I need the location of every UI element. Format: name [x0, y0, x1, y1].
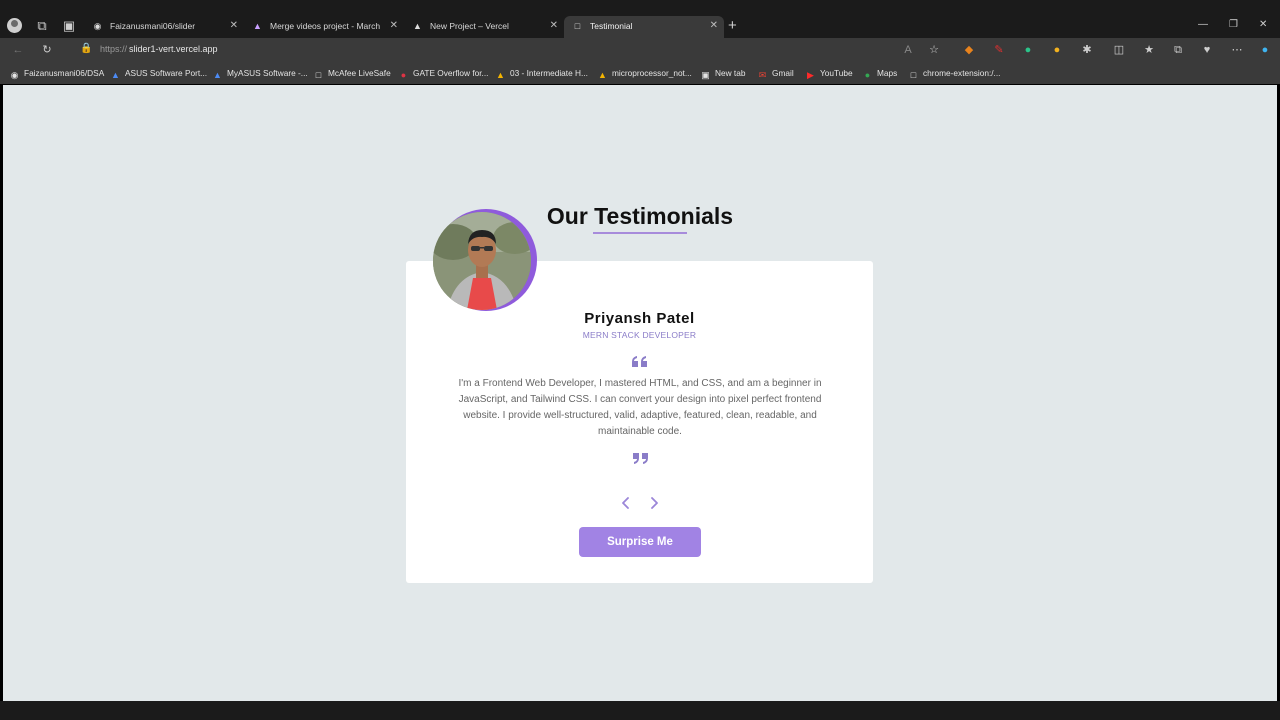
testimonial-name: Priyansh Patel — [584, 310, 695, 327]
bookmark-item[interactable]: ● GATE Overflow for... — [398, 67, 489, 81]
window-close-icon[interactable]: ✕ — [1259, 19, 1267, 31]
lock-icon[interactable]: 🔒 — [80, 43, 92, 54]
testimonial-role: MERN STACK DEVELOPER — [582, 330, 697, 340]
back-icon[interactable]: ← — [11, 43, 25, 57]
tab-testimonial[interactable]: □ Testimonial ✕ — [564, 16, 724, 38]
next-arrow-icon[interactable] — [646, 495, 662, 511]
page-icon: □ — [315, 70, 322, 80]
tab-vercel-new-project[interactable]: ▲ New Project – Vercel ✕ — [404, 16, 564, 38]
new-tab-button[interactable]: + — [728, 17, 737, 35]
vercel-icon: ▲ — [413, 21, 422, 31]
favorite-star-icon[interactable]: ☆ — [927, 43, 941, 57]
quote-close-icon — [633, 453, 648, 464]
workspaces-icon[interactable]: ⧉ — [35, 19, 49, 33]
drive-icon: ▲ — [598, 70, 607, 80]
page-viewport: Our Testimonials Priyansh Patel MERN STA… — [3, 85, 1277, 701]
close-icon[interactable]: ✕ — [550, 16, 558, 36]
reload-icon[interactable]: ↻ — [40, 43, 54, 57]
tab-actions-icon[interactable]: ▣ — [62, 19, 76, 33]
bookmark-item[interactable]: ✉ Gmail — [757, 67, 794, 81]
read-aloud-icon[interactable]: A — [901, 43, 915, 57]
tab-github-slider[interactable]: ◉ Faizanusmani06/slider ✕ — [84, 16, 244, 38]
newtab-icon: ▣ — [701, 70, 710, 80]
surprise-me-button[interactable]: Surprise Me — [579, 527, 701, 557]
extensions-puzzle-icon[interactable]: ✱ — [1080, 43, 1094, 57]
bookmark-item[interactable]: □ McAfee LiveSafe — [313, 67, 391, 81]
copilot-icon[interactable]: ● — [1258, 43, 1272, 57]
avatar-photo-icon — [433, 212, 531, 310]
gmail-icon: ✉ — [758, 70, 767, 80]
minimize-icon[interactable]: — — [1198, 19, 1208, 31]
extension-pen-icon[interactable]: ✎ — [992, 43, 1006, 57]
collections-icon[interactable]: ⧉ — [1171, 43, 1185, 57]
url-protocol: https:// — [100, 44, 128, 54]
restore-icon[interactable]: ❐ — [1229, 19, 1238, 31]
youtube-icon: ▶ — [807, 70, 814, 80]
drive-icon: ▲ — [496, 70, 505, 80]
bookmark-item[interactable]: ▲ ASUS Software Port... — [110, 67, 207, 81]
bookmarks-bar: ◉ Faizanusmani06/DSA ▲ ASUS Software Port.… — [0, 62, 1280, 84]
more-menu-icon[interactable]: ⋯ — [1230, 43, 1244, 57]
testimonial-text: I'm a Frontend Web Developer, I mastered… — [458, 378, 822, 437]
profile-avatar-icon[interactable] — [7, 18, 22, 33]
title-underline — [593, 232, 687, 234]
url-host: slider1-vert.vercel.app — [129, 44, 218, 54]
close-icon[interactable]: ✕ — [710, 16, 718, 36]
address-bar[interactable]: 🔒 https:// slider1-vert.vercel.app — [70, 40, 950, 60]
github-icon: ◉ — [10, 70, 19, 80]
bookmark-item[interactable]: ▶ YouTube — [805, 67, 853, 81]
maps-icon: ● — [864, 70, 871, 80]
bookmark-item[interactable]: ▲ 03 - Intermediate H... — [495, 67, 588, 81]
browser-titlebar: ⧉ ▣ ◉ Faizanusmani06/slider ✕ ▲ Merge vi… — [0, 0, 1280, 38]
tab-merge-videos[interactable]: ▲ Merge videos project - March 09 ✕ — [244, 16, 404, 38]
asus-icon: ▲ — [111, 70, 120, 80]
extension-lock-icon[interactable]: ● — [1050, 43, 1064, 57]
app-icon: ▲ — [253, 21, 262, 31]
close-icon[interactable]: ✕ — [230, 16, 238, 36]
asus-icon: ▲ — [213, 70, 222, 80]
extension-leaf-icon[interactable]: ● — [1021, 43, 1035, 57]
bookmark-item[interactable]: ◉ Faizanusmani06/DSA — [9, 67, 105, 81]
bookmark-item[interactable]: ● Maps — [862, 67, 898, 81]
bookmark-item[interactable]: ▲ microprocessor_not... — [597, 67, 692, 81]
extension-metamask-icon[interactable]: ◆ — [962, 43, 976, 57]
performance-icon[interactable]: ♥ — [1200, 43, 1214, 57]
favorites-icon[interactable]: ★ — [1142, 43, 1156, 57]
split-screen-icon[interactable]: ◫ — [1112, 43, 1126, 57]
prev-arrow-icon[interactable] — [618, 495, 634, 511]
page-title: Our Testimonials — [546, 203, 734, 229]
page-icon: □ — [574, 21, 581, 31]
github-icon: ◉ — [93, 21, 102, 31]
bookmark-item[interactable]: □ chrome-extension:/... — [908, 67, 1001, 81]
quote-open-icon — [632, 356, 647, 367]
avatar — [433, 212, 531, 310]
close-icon[interactable]: ✕ — [390, 16, 398, 36]
browser-toolbar: ← ↻ 🔒 https:// slider1-vert.vercel.app A… — [0, 38, 1280, 62]
bookmark-item[interactable]: ▲ MyASUS Software -... — [212, 67, 308, 81]
window-bottom-edge — [0, 701, 1280, 720]
page-icon: □ — [910, 70, 917, 80]
gate-icon: ● — [400, 70, 407, 80]
bookmark-item[interactable]: ▣ New tab — [700, 67, 745, 81]
